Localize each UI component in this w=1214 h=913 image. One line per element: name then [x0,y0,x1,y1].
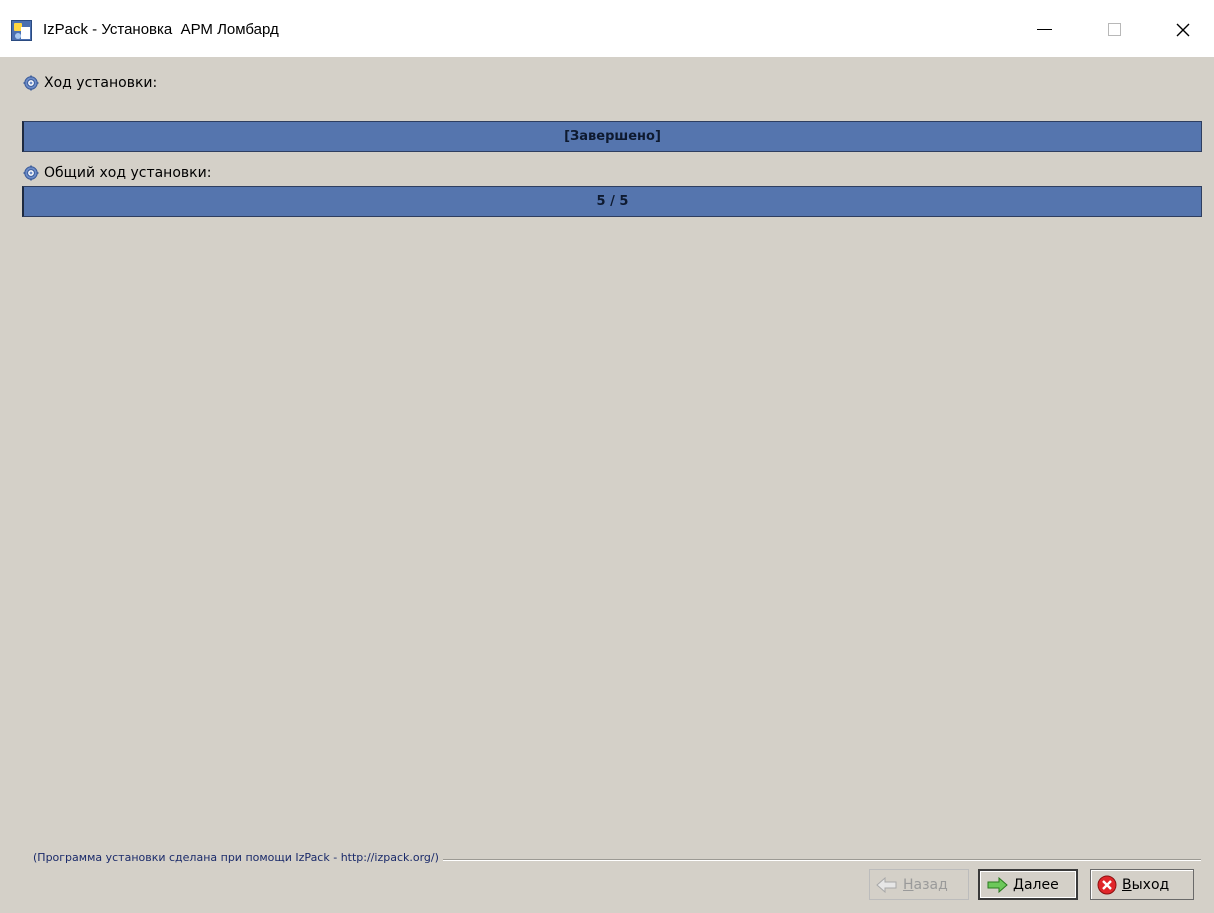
next-button-label: Далее [1013,876,1059,893]
window-title: IzPack - Установка АРМ Ломбард [43,21,279,38]
overall-progress-text: 5 / 5 [596,194,629,209]
overall-progress-bar: 5 / 5 [22,186,1202,217]
back-button-label: Назад [903,876,948,893]
minimize-icon [1036,28,1052,31]
quit-button[interactable]: Выход [1090,869,1194,900]
gear-icon [23,165,39,181]
back-button[interactable]: Назад [869,869,969,900]
pack-progress-label: Ход установки: [44,75,158,91]
minimize-button[interactable] [1021,0,1067,57]
overall-progress-label: Общий ход установки: [44,165,212,181]
close-icon [1176,23,1190,36]
arrow-left-icon [876,876,897,893]
izpack-installer-icon[interactable] [11,20,32,41]
pack-progress-bar: [Завершено] [22,121,1202,152]
footer-credit: (Программа установки сделана при помощи … [33,851,443,864]
maximize-icon [1107,23,1121,36]
stop-icon [1097,875,1117,894]
next-button[interactable]: Далее [978,869,1078,900]
quit-button-label: Выход [1122,876,1170,893]
maximize-button[interactable] [1091,0,1137,57]
arrow-right-icon [987,876,1008,893]
close-button[interactable] [1160,0,1206,57]
title-bar: IzPack - Установка АРМ Ломбард [0,0,1214,57]
pack-progress-text: [Завершено] [564,129,661,144]
gear-icon [23,75,39,91]
